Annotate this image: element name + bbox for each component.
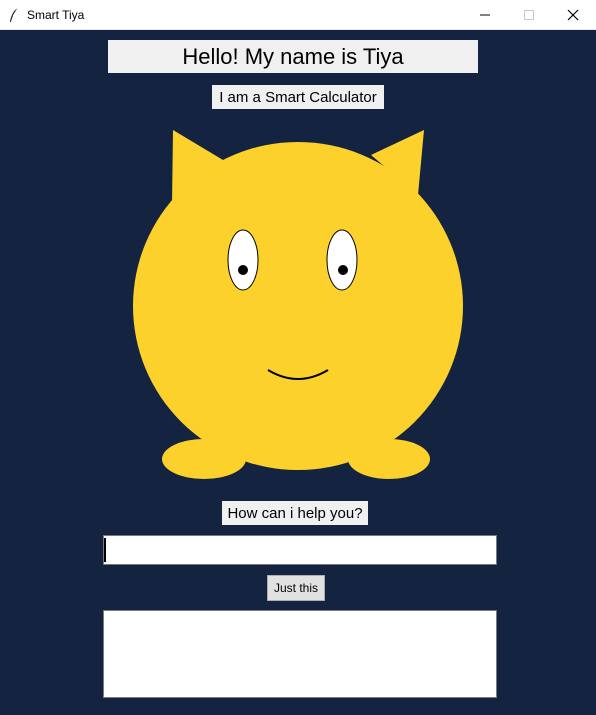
minimize-icon bbox=[480, 14, 490, 16]
window-title: Smart Tiya bbox=[27, 8, 85, 22]
right-pupil bbox=[338, 265, 348, 275]
just-this-button[interactable]: Just this bbox=[267, 575, 325, 601]
close-icon bbox=[567, 9, 579, 21]
mascot-body bbox=[133, 142, 463, 470]
title-bar: Smart Tiya bbox=[0, 0, 596, 30]
text-cursor bbox=[104, 538, 106, 562]
left-eye bbox=[227, 229, 259, 291]
query-input[interactable] bbox=[103, 535, 497, 565]
right-eye bbox=[326, 229, 358, 291]
help-question-label: How can i help you? bbox=[222, 501, 368, 525]
answer-output-box[interactable] bbox=[103, 610, 497, 698]
left-pupil bbox=[238, 265, 248, 275]
greeting-heading: Hello! My name is Tiya bbox=[108, 40, 478, 73]
maximize-icon bbox=[524, 10, 534, 20]
close-button[interactable] bbox=[550, 0, 596, 30]
minimize-button[interactable] bbox=[462, 0, 508, 30]
subtitle-label: I am a Smart Calculator bbox=[212, 85, 384, 109]
feather-icon bbox=[10, 7, 19, 22]
maximize-button[interactable] bbox=[506, 0, 552, 30]
tiya-mascot bbox=[133, 130, 463, 479]
app-canvas: Hello! My name is Tiya I am a Smart Calc… bbox=[0, 30, 596, 715]
